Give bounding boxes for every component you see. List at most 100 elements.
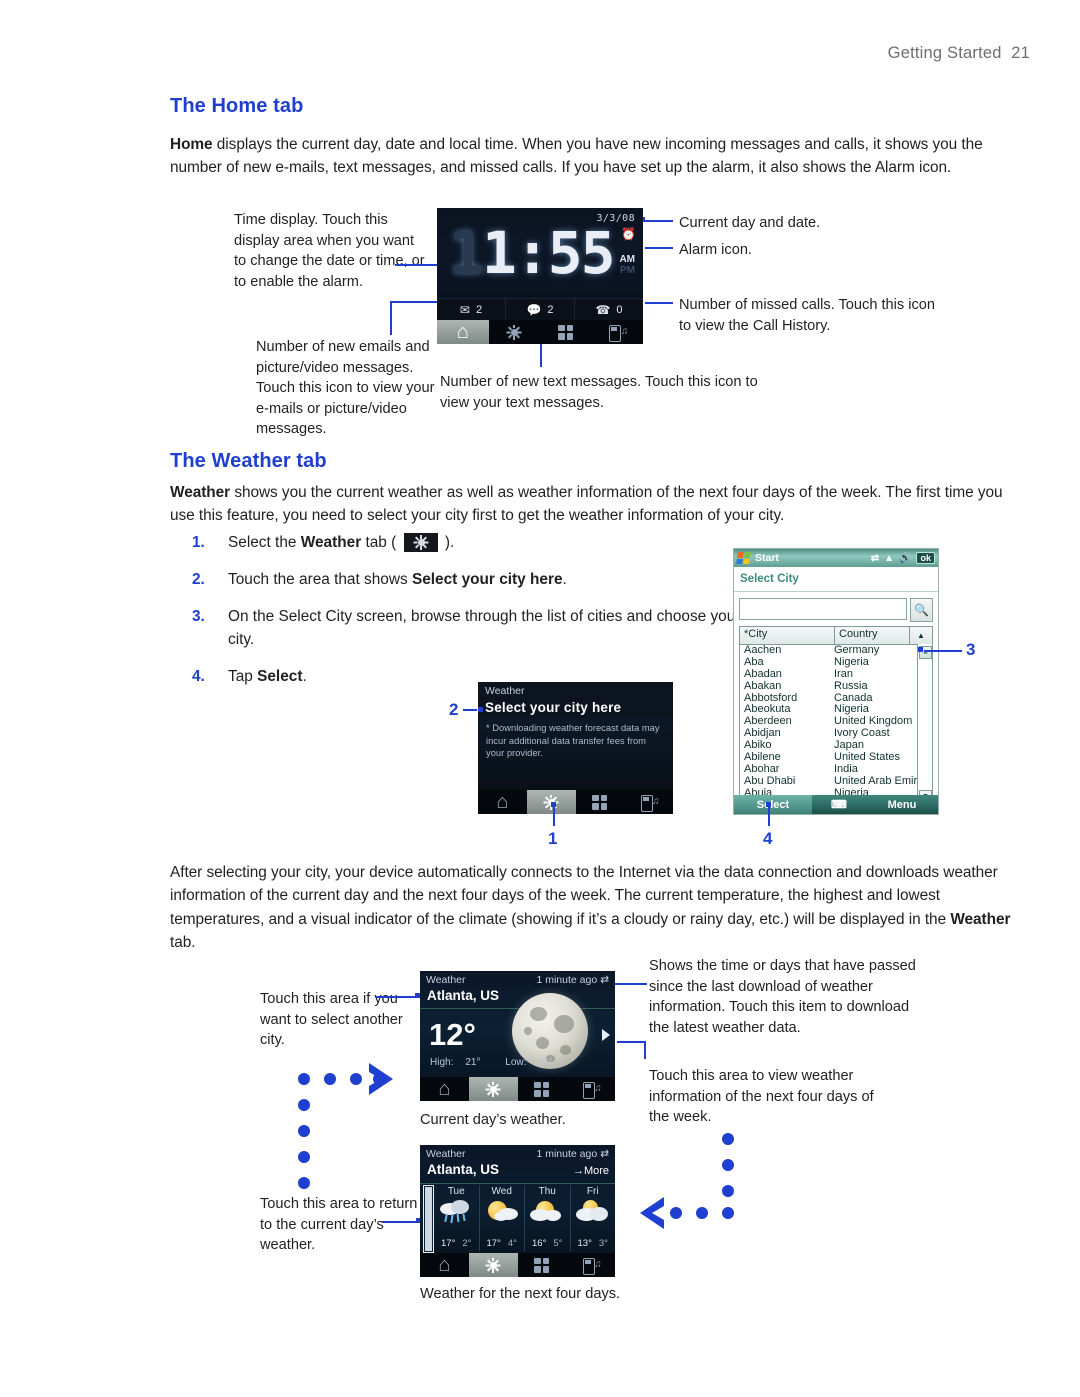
step-text-pre: Select the: [228, 534, 301, 551]
programs-grid-icon: [534, 1081, 550, 1097]
tab-settings[interactable]: ♫: [566, 1077, 615, 1101]
ok-button[interactable]: ok: [916, 552, 935, 564]
weather-header-row: Weather 1 minute ago ⇄: [420, 971, 615, 988]
select-softkey[interactable]: Select: [734, 795, 812, 814]
thunderstorm-icon: [436, 1199, 476, 1227]
forecast-high: 17°: [441, 1238, 456, 1249]
connectivity-icon: ⇄: [870, 552, 880, 564]
city-table-row[interactable]: Abakan Russia: [740, 681, 932, 693]
home-sms-counter[interactable]: 💬 2: [506, 299, 575, 321]
home-email-counter[interactable]: ✉ 2: [437, 299, 506, 321]
tab-home[interactable]: [437, 320, 489, 344]
refresh-icon: ⇄: [600, 973, 609, 986]
city-table-rows: Aachen Germany Aba Nigeria Abadan Iran Abakan R…: [740, 645, 932, 800]
tab-settings[interactable]: ♫: [566, 1253, 615, 1277]
city-table-row[interactable]: Abiko Japan: [740, 740, 932, 752]
back-to-current-day-strip[interactable]: [423, 1185, 434, 1253]
city-table-row[interactable]: Abidjan Ivory Coast: [740, 728, 932, 740]
tab-settings[interactable]: ♫: [592, 320, 644, 344]
chevron-left-icon: [640, 1197, 664, 1229]
city-name: Aberdeen: [744, 716, 792, 728]
home-tab-body: Home displays the current day, date and …: [170, 133, 1015, 180]
home-am-label: AM: [619, 254, 635, 265]
city-table-row[interactable]: Abilene United States: [740, 752, 932, 764]
forecast-day-column[interactable]: Fri 13° 3°: [571, 1185, 616, 1251]
mostly-cloudy-icon: [573, 1199, 613, 1227]
city-name: Abakan: [744, 680, 782, 692]
weather-screen-header: Weather: [478, 682, 673, 699]
home-clock-time: 1:55: [481, 219, 616, 287]
city-table-row[interactable]: Abadan Iran: [740, 669, 932, 681]
weather-screen-header: Weather: [426, 1147, 466, 1160]
forecast-high: 13°: [577, 1238, 592, 1249]
city-table-row[interactable]: Abohar India: [740, 764, 932, 776]
tab-weather[interactable]: [468, 1077, 518, 1101]
city-table-row[interactable]: Abeokuta Nigeria: [740, 704, 932, 716]
tab-weather[interactable]: [468, 1253, 518, 1277]
city-table-row[interactable]: Abbotsford Canada: [740, 693, 932, 705]
weather-tab-body-lead: Weather: [170, 484, 231, 501]
search-icon[interactable]: 🔍: [910, 598, 933, 622]
last-update-label: 1 minute ago: [536, 973, 598, 986]
city-list-scrollbar[interactable]: ≡ ▼: [917, 644, 932, 804]
callout-last-download: Shows the time or days that have passed …: [649, 958, 916, 1036]
city-table: *City Country ▲ Aachen Germany Aba Nigeria A…: [739, 626, 933, 805]
tab-programs[interactable]: [576, 790, 625, 814]
home-call-count: 0: [616, 304, 623, 316]
step-number: 3.: [192, 608, 205, 625]
city-table-row[interactable]: Aberdeen United Kingdom: [740, 716, 932, 728]
weather-header-row: Weather 1 minute ago ⇄: [420, 1145, 615, 1162]
weather-tab-body-rest: shows you the current weather as well as…: [170, 484, 1003, 525]
home-pm-label: PM: [620, 265, 635, 276]
step-item: 3. On the Select City screen, browse thr…: [192, 605, 752, 651]
menu-softkey[interactable]: Menu: [866, 799, 938, 811]
forecast-day-column[interactable]: Tue 17° 2°: [434, 1185, 480, 1251]
tab-settings[interactable]: ♫: [624, 790, 673, 814]
forecast-high: 17°: [486, 1238, 501, 1249]
forecast-day-column[interactable]: Thu 16° 5°: [525, 1185, 571, 1251]
home-missedcall-counter[interactable]: ☎ 0: [575, 299, 643, 321]
start-label[interactable]: Start: [755, 552, 779, 564]
partly-cloudy-icon: [527, 1199, 567, 1227]
forecast-temps: 13° 3°: [571, 1238, 616, 1249]
tab-programs[interactable]: [540, 320, 592, 344]
step-item: 2. Touch the area that shows Select your…: [192, 568, 752, 591]
tab-programs[interactable]: [518, 1253, 567, 1277]
home-clock-area[interactable]: 3/3/08 11:55 ⏰ AM PM: [437, 208, 643, 298]
forecast-panel: Weather 1 minute ago ⇄ Atlanta, US →More…: [420, 1145, 615, 1253]
leader-line: [463, 709, 477, 711]
scroll-up-arrow-icon[interactable]: ▲: [909, 627, 932, 644]
current-city-label[interactable]: Atlanta, US: [427, 988, 499, 1003]
tab-home[interactable]: [420, 1077, 469, 1101]
tab-programs[interactable]: [518, 1077, 567, 1101]
leader-dot: [766, 802, 771, 807]
phone-music-icon: ♫: [582, 1081, 602, 1099]
keyboard-icon[interactable]: ⌨: [812, 798, 866, 811]
last-update-item[interactable]: 1 minute ago ⇄: [536, 974, 609, 986]
forecast-city-label[interactable]: Atlanta, US: [427, 1162, 499, 1177]
running-header-title: Getting Started: [887, 44, 1002, 62]
tab-home[interactable]: [420, 1253, 469, 1277]
current-weather-device-screenshot: Weather 1 minute ago ⇄ Atlanta, US 12° H…: [420, 971, 615, 1101]
city-table-row[interactable]: Abu Dhabi United Arab Emirates: [740, 776, 932, 788]
current-weather-panel: Weather 1 minute ago ⇄ Atlanta, US 12° H…: [420, 971, 615, 1077]
forecast-temps: 16° 5°: [525, 1238, 570, 1249]
city-table-row[interactable]: Aachen Germany: [740, 645, 932, 657]
step-text-bold: Weather: [300, 534, 362, 551]
city-search-input[interactable]: [739, 598, 907, 620]
city-name: Abohar: [744, 763, 780, 775]
windows-start-icon[interactable]: [736, 552, 751, 564]
select-your-city-here-label[interactable]: Select your city here: [478, 699, 673, 718]
city-table-row[interactable]: Aba Nigeria: [740, 657, 932, 669]
step-text-post: .: [302, 668, 307, 685]
forecast-day-column[interactable]: Wed 17° 4°: [480, 1185, 525, 1251]
last-update-item[interactable]: 1 minute ago ⇄: [536, 1148, 609, 1160]
column-header-city: *City: [740, 627, 835, 644]
tab-home[interactable]: [478, 790, 527, 814]
next-arrow-icon[interactable]: [602, 1029, 610, 1041]
wm-tray: ⇄ ▲ 🔊 ok: [871, 552, 935, 564]
step-text-pre: On the Select City screen, browse throug…: [228, 608, 741, 648]
weather-sun-icon: [506, 324, 522, 340]
more-link[interactable]: →More: [573, 1165, 609, 1177]
tab-weather[interactable]: [489, 320, 541, 344]
